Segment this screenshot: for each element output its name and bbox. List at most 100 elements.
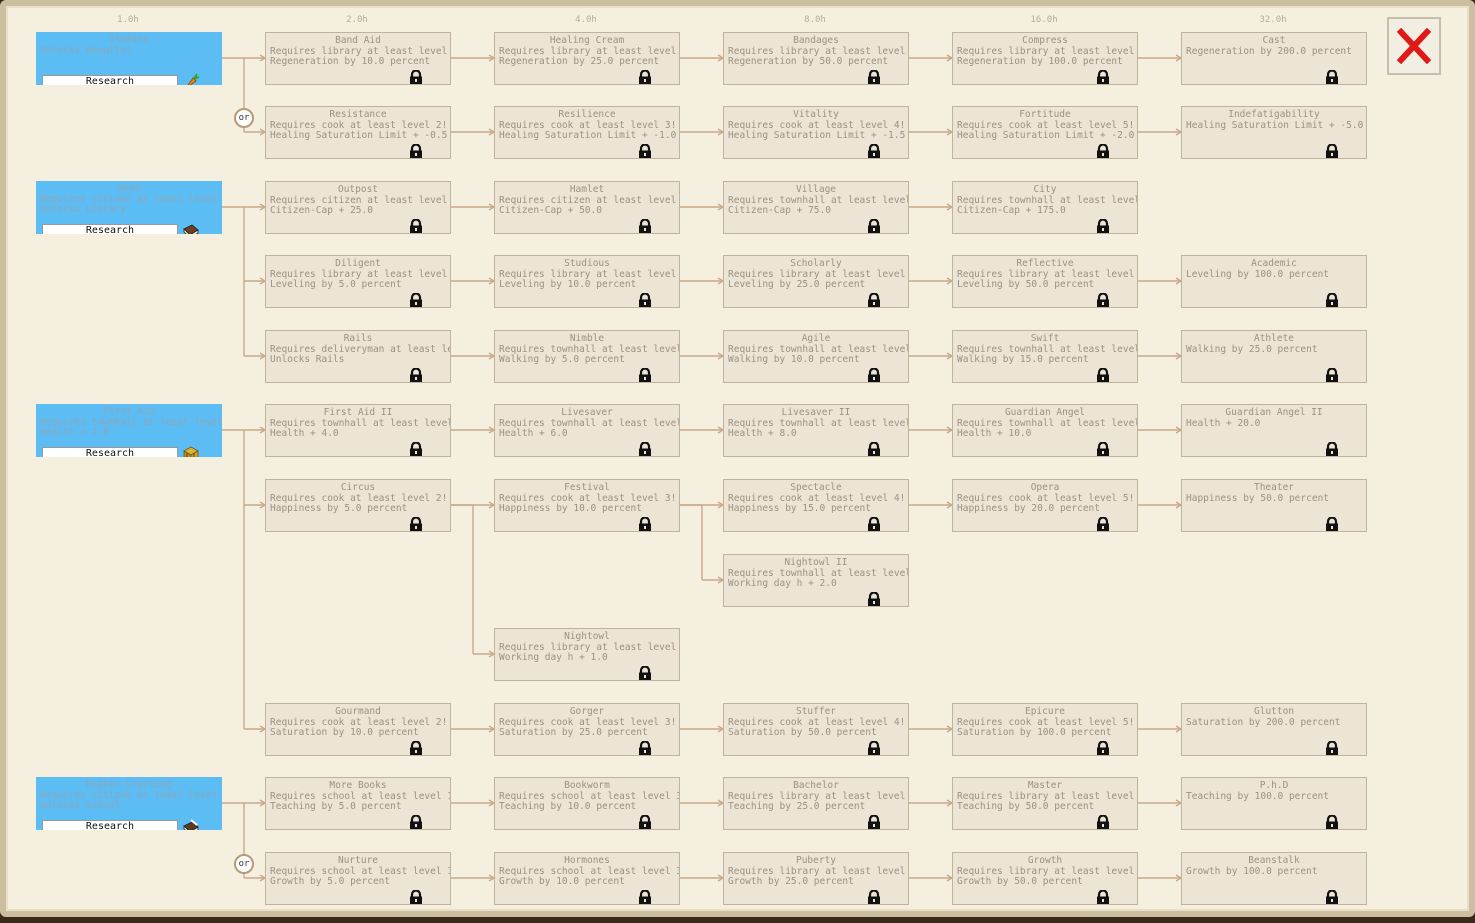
carrot-icon: [187, 73, 200, 85]
research-node-festival[interactable]: Festival Requires cook at least level 3! H…: [494, 479, 680, 532]
research-effect: Saturation by 25.0 percent: [499, 727, 648, 739]
research-button[interactable]: Research: [42, 224, 178, 234]
research-node-nimble[interactable]: Nimble Requires townhall at least level 3…: [494, 330, 680, 383]
research-node-bandages[interactable]: Bandages Requires library at least level …: [723, 32, 909, 85]
research-node-nightowl[interactable]: Nightowl Requires library at least level …: [494, 628, 680, 681]
research-node-studious[interactable]: Studious Requires library at least level …: [494, 255, 680, 308]
research-button[interactable]: Research: [42, 447, 178, 457]
research-node-guardian-angel-ii[interactable]: Guardian Angel II Health + 20.0: [1181, 404, 1367, 457]
research-name: Growth: [1027, 855, 1063, 866]
research-node-city[interactable]: City Requires townhall at least level 5! C…: [952, 181, 1138, 234]
research-node-scholarly[interactable]: Scholarly Requires library at least level…: [723, 255, 909, 308]
research-node-gourmand[interactable]: Gourmand Requires cook at least level 2! S…: [265, 703, 451, 756]
research-node-outpost[interactable]: Outpost Requires citizen at least level 4…: [265, 181, 451, 234]
research-button[interactable]: Research: [42, 820, 178, 830]
close-button[interactable]: [1387, 17, 1441, 75]
research-name: Outpost: [337, 184, 379, 195]
research-name: Bandages: [793, 35, 839, 46]
research-name: Epicure: [1024, 706, 1066, 717]
research-node-nurture[interactable]: Nurture Requires school at least level 1!…: [265, 852, 451, 905]
research-node-first-aid-ii[interactable]: First Aid II Requires townhall at least l…: [265, 404, 451, 457]
hour-label: 4.0h: [575, 15, 597, 25]
research-node-resistance[interactable]: Resistance Requires cook at least level 2…: [265, 106, 451, 159]
research-node-nightowl-ii[interactable]: Nightowl II Requires townhall at least le…: [723, 554, 909, 607]
research-node-resilience[interactable]: Resilience Requires cook at least level 3…: [494, 106, 680, 159]
lock-icon: [639, 517, 651, 531]
research-name: Studious: [564, 258, 610, 269]
research-effect: Regeneration by 25.0 percent: [499, 56, 660, 68]
research-node-cast[interactable]: Cast Regeneration by 200.0 percent: [1181, 32, 1367, 85]
research-node-more-books[interactable]: More Books Requires school at least level…: [265, 777, 451, 830]
lock-icon: [639, 368, 651, 382]
research-node-beanstalk[interactable]: Beanstalk Growth by 100.0 percent: [1181, 852, 1367, 905]
research-node-diligent[interactable]: Diligent Requires library at least level …: [265, 255, 451, 308]
lock-icon: [1097, 293, 1109, 307]
research-node-opera[interactable]: Opera Requires cook at least level 5! Happ…: [952, 479, 1138, 532]
research-name: Hormones: [564, 855, 610, 866]
research-name: Beanstalk: [1248, 855, 1300, 866]
research-node-healing-cream[interactable]: Healing Cream Requires library at least l…: [494, 32, 680, 85]
hour-label: 1.0h: [117, 15, 139, 25]
research-node-rails[interactable]: RailsRequires deliveryman at least level…: [265, 330, 451, 383]
hour-label: 16.0h: [1030, 15, 1058, 25]
research-effect: Teaching by 25.0 percent: [728, 801, 866, 813]
research-node-compress[interactable]: Compress Requires library at least level …: [952, 32, 1138, 85]
research-node-fortitude[interactable]: Fortitude Requires cook at least level 5!…: [952, 106, 1138, 159]
research-node-hormones[interactable]: Hormones Requires school at least level 3…: [494, 852, 680, 905]
research-node-academic[interactable]: Academic Leveling by 100.0 percent: [1181, 255, 1367, 308]
research-node-swift[interactable]: Swift Requires townhall at least level 5!…: [952, 330, 1138, 383]
research-node-hamlet[interactable]: Hamlet Requires citizen at least level 5!…: [494, 181, 680, 234]
research-effect: Unlocks Library: [40, 204, 126, 216]
research-effect: Growth by 5.0 percent: [270, 876, 391, 888]
research-node-athlete[interactable]: Athlete Walking by 25.0 percent: [1181, 330, 1367, 383]
research-node-vitality[interactable]: Vitality Requires cook at least level 4! H…: [723, 106, 909, 159]
research-node-bachelor[interactable]: Bachelor Requires library at least level …: [723, 777, 909, 830]
research-node-gorger[interactable]: Gorger Requires cook at least level 3! Sat…: [494, 703, 680, 756]
research-node-spectacle[interactable]: Spectacle Requires cook at least level 4!…: [723, 479, 909, 532]
or-connector-badge: or: [234, 854, 254, 874]
research-button[interactable]: Research: [42, 75, 178, 85]
research-name: Keen: [117, 183, 141, 194]
lock-icon: [1326, 815, 1338, 829]
research-effect: Unlocks Hospital: [40, 44, 132, 56]
research-node-circus[interactable]: Circus Requires cook at least level 2! Hap…: [265, 479, 451, 532]
research-name: Glutton: [1253, 706, 1295, 717]
research-effect: Growth by 10.0 percent: [499, 876, 625, 888]
research-effect: Health + 4.0: [270, 428, 339, 440]
research-node-guardian-angel[interactable]: Guardian Angel Requires townhall at least…: [952, 404, 1138, 457]
research-effect: Happiness by 20.0 percent: [957, 503, 1100, 515]
research-node-reflective[interactable]: Reflective Requires library at least leve…: [952, 255, 1138, 308]
research-node-indefatigability[interactable]: Indefatigability Healing Saturation Limit…: [1181, 106, 1367, 159]
lock-icon: [410, 70, 422, 84]
research-name: Nightowl II: [784, 557, 848, 568]
lock-icon: [1326, 890, 1338, 904]
lock-icon: [1326, 442, 1338, 456]
research-name: Academic: [1251, 258, 1297, 269]
research-node-village[interactable]: Village Requires townhall at least level …: [723, 181, 909, 234]
research-node-epicure[interactable]: Epicure Requires cook at least level 5! Sa…: [952, 703, 1138, 756]
lock-icon: [639, 815, 651, 829]
research-effect: Happiness by 15.0 percent: [728, 503, 871, 515]
lock-icon: [1326, 741, 1338, 755]
research-node-p-h-d[interactable]: P.h.D Teaching by 100.0 percent: [1181, 777, 1367, 830]
research-effect: Growth by 100.0 percent: [1186, 865, 1318, 877]
lock-icon: [639, 666, 651, 680]
research-effect: Citizen-Cap + 25.0: [270, 205, 373, 217]
research-node-puberty[interactable]: Puberty Requires library at least level 3…: [723, 852, 909, 905]
research-node-band-aid[interactable]: Band Aid Requires library at least level …: [265, 32, 451, 85]
research-effect: Unlocks School: [40, 800, 121, 812]
research-node-glutton[interactable]: Glutton Saturation by 200.0 percent: [1181, 703, 1367, 756]
research-node-stuffer[interactable]: Stuffer Requires cook at least level 4! Sa…: [723, 703, 909, 756]
research-node-growth[interactable]: Growth Requires library at least level 5!…: [952, 852, 1138, 905]
research-node-master[interactable]: Master Requires library at least level 5!…: [952, 777, 1138, 830]
lock-icon: [868, 592, 880, 606]
research-effect: Health + 20.0: [1186, 417, 1261, 429]
research-root-stamina: Stamina Unlocks Hospital Research: [36, 32, 222, 85]
research-node-theater[interactable]: Theater Happiness by 50.0 percent: [1181, 479, 1367, 532]
research-node-livesaver-ii[interactable]: Livesaver II Requires townhall at least l…: [723, 404, 909, 457]
research-name: Indefatigability: [1228, 109, 1320, 120]
research-node-agile[interactable]: Agile Requires townhall at least level 4!…: [723, 330, 909, 383]
research-node-bookworm[interactable]: Bookworm Requires school at least level 3…: [494, 777, 680, 830]
research-node-livesaver[interactable]: Livesaver Requires townhall at least leve…: [494, 404, 680, 457]
lock-icon: [410, 815, 422, 829]
